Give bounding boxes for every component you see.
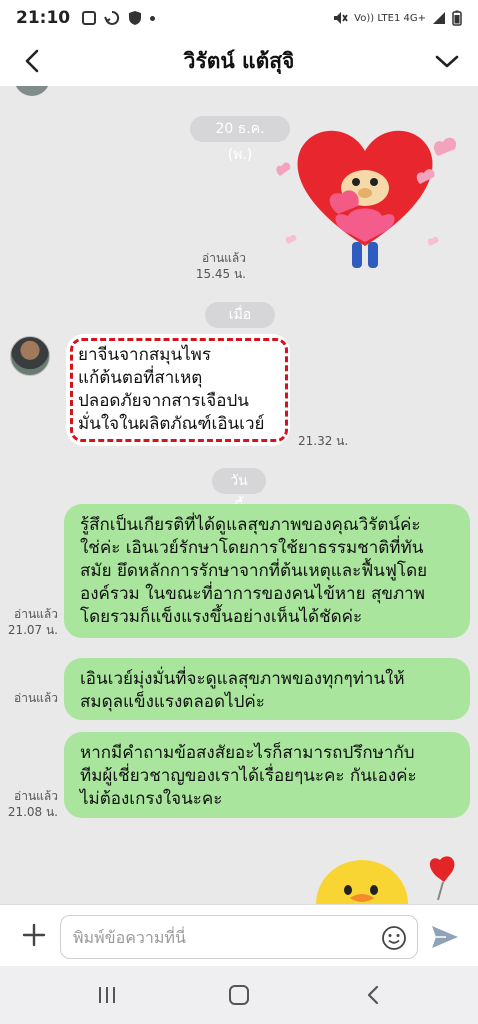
heart-character-sticker[interactable] [270,116,460,276]
network-label: Vo)) LTE1 4G+ [354,12,426,24]
chat-area[interactable]: 20 ธ.ค. (พ.) อ่านแล้ว 15.45 น. เมื่อวาน … [0,86,478,904]
message-line: สมดุลแข็งแรงตลอดไปค่ะ [80,692,265,712]
outgoing-message-bubble[interactable]: รู้สึกเป็นเกียรติที่ได้ดูแลสุขภาพของคุณว… [64,504,470,638]
send-icon[interactable] [430,923,460,951]
message-time: 15.45 น. [195,267,246,281]
message-field[interactable] [60,915,418,959]
more-notifications-icon [150,15,156,21]
signal-icon [433,12,445,24]
home-icon[interactable] [226,984,252,1006]
contact-name[interactable]: วิรัตน์ แต้สุจิ [0,45,478,78]
read-label: อ่านแล้ว [14,789,58,803]
message-line: แก้ต้นตอที่สาเหตุ [78,368,203,388]
read-label: อ่านแล้ว [14,607,58,621]
app-notification-icon [82,11,97,25]
message-input-bar [0,904,478,966]
outgoing-message-bubble[interactable]: เอินเวย์มุ่งมั่นที่จะดูแลสุขภาพของทุกๆท่… [64,658,470,720]
message-line: ใช่ค่ะ เอินเวย์รักษาโดยการใช้ยาธรรมชาติท… [80,538,424,558]
message-input[interactable] [61,916,361,958]
message-line: ยาจีนจากสมุนไพร [78,345,211,365]
message-line: ไม่ต้องเกรงใจนะคะ [80,789,223,809]
message-line: ปลอดภัยจากสารเจือปน [78,391,249,411]
outgoing-meta: อ่านแล้ว [2,690,58,706]
message-line: ทีมผู้เชี่ยวชาญของเราได้เรื่อยๆนะคะ กันเ… [80,766,417,786]
mute-icon [334,12,348,24]
message-line: รู้สึกเป็นเกียรติที่ได้ดูแลสุขภาพของคุณว… [80,515,421,535]
chick-sticker[interactable] [310,854,470,904]
status-time: 21:10 [16,8,71,28]
plus-icon[interactable] [20,921,48,949]
read-label: อ่านแล้ว [202,251,246,265]
chevron-left-icon[interactable] [18,46,48,76]
date-pill: วันนี้ [212,468,266,515]
status-right: Vo)) LTE1 4G+ [332,10,462,26]
status-bar: 21:10 Vo)) LTE1 4G+ [0,0,478,36]
message-time: 21.08 น. [7,805,58,819]
incoming-message-bubble[interactable]: ยาจีนจากสมุนไพร แก้ต้นตอที่สาเหตุ ปลอดภั… [66,334,290,446]
emoji-icon[interactable] [381,925,407,951]
message-line: โดยรวมก็แข็งแรงขึ้นอย่างเห็นได้ชัดค่ะ [80,607,363,627]
shield-icon [129,11,142,25]
back-icon[interactable] [360,984,386,1006]
outgoing-meta: อ่านแล้ว 21.08 น. [2,788,58,820]
message-line: องค์รวม ในขณะที่อาการของคนไข้หาย สุขภาพ [80,584,425,604]
message-line: สมัย ยึดหลักการรักษาจากที่ต้นเหตุและฟื้น… [80,561,428,581]
message-line: มั่นใจในผลิตภัณฑ์เอินเวย์ [78,414,265,434]
contact-avatar[interactable] [10,336,50,376]
recent-apps-icon[interactable] [94,984,120,1006]
sync-icon [104,10,120,25]
chevron-down-icon[interactable] [432,46,462,76]
system-nav-bar [0,966,478,1024]
avatar-partial [14,86,50,96]
status-notification-icons [82,10,156,26]
battery-icon [452,10,462,26]
sticker-read-meta: อ่านแล้ว 15.45 น. [190,250,246,282]
chat-header: วิรัตน์ แต้สุจิ [0,36,478,86]
outgoing-meta: อ่านแล้ว 21.07 น. [2,606,58,638]
message-time: 21.32 น. [298,434,349,448]
message-time: 21.07 น. [7,623,58,637]
message-line: เอินเวย์มุ่งมั่นที่จะดูแลสุขภาพของทุกๆท่… [80,669,405,689]
outgoing-message-bubble[interactable]: หากมีคำถามข้อสงสัยอะไรก็สามารถปรึกษากับ … [64,732,470,818]
message-line: หากมีคำถามข้อสงสัยอะไรก็สามารถปรึกษากับ [80,743,415,763]
date-pill: เมื่อวาน [205,302,275,349]
read-label: อ่านแล้ว [14,691,58,705]
